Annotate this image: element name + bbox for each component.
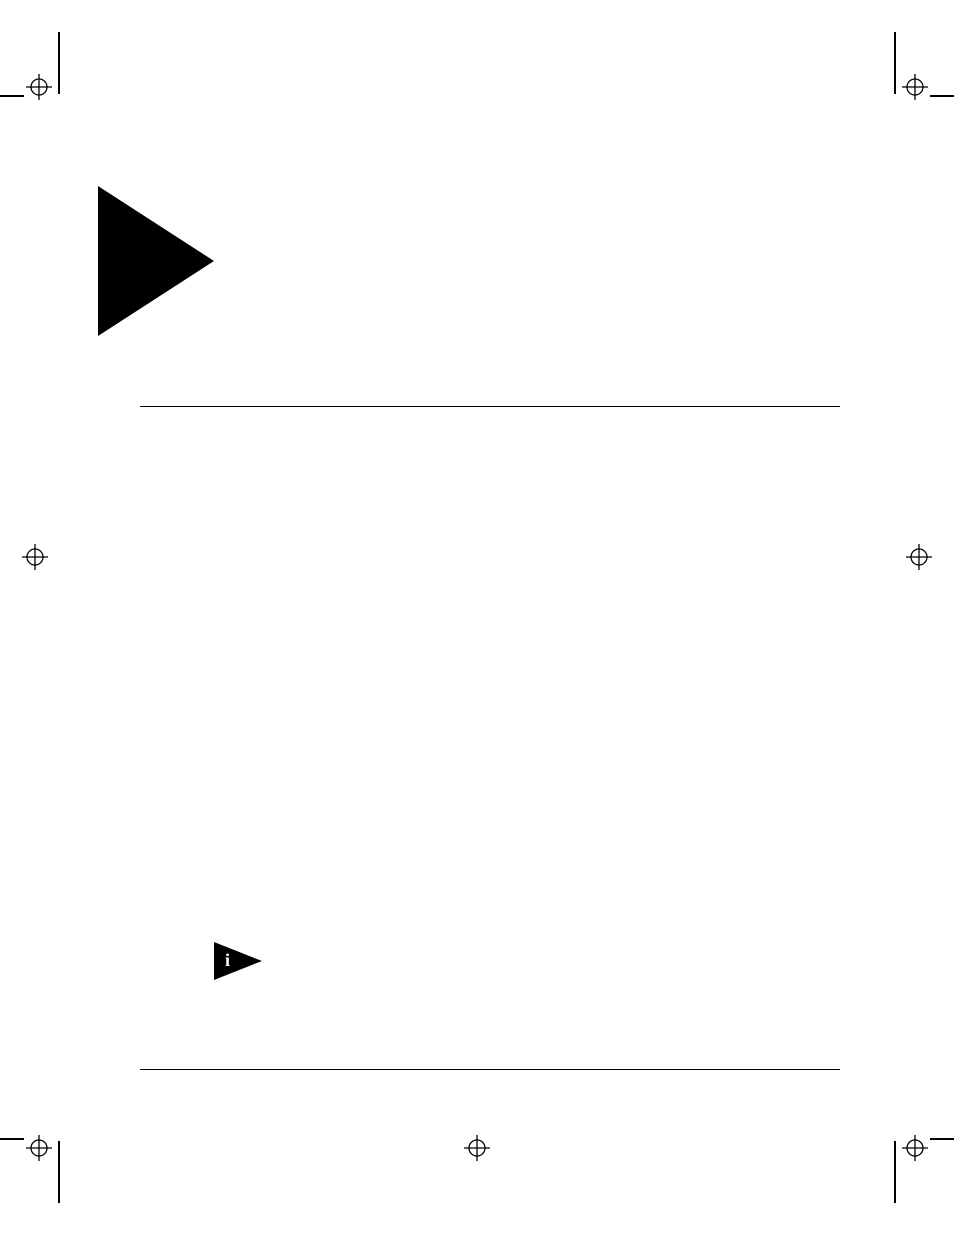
crop-mark-top-left	[0, 0, 70, 120]
crop-mark-bottom-left	[0, 1115, 70, 1235]
registration-target-icon	[906, 544, 932, 570]
divider-bottom	[140, 1069, 840, 1070]
page: { "page": { "chapter_triangle": "▶", "ru…	[0, 0, 954, 1235]
registration-target-icon	[26, 1135, 52, 1161]
registration-target-icon	[902, 1135, 928, 1161]
crop-mark-bottom-center	[464, 1135, 494, 1165]
svg-text:i: i	[225, 950, 230, 970]
registration-target-icon	[464, 1135, 490, 1161]
note-icon: i	[214, 942, 264, 980]
crop-mark-top-right	[884, 0, 954, 120]
crop-mark-bottom-right	[884, 1115, 954, 1235]
registration-target-icon	[902, 74, 928, 100]
chapter-marker-icon	[98, 186, 218, 336]
crop-mark-mid-left	[0, 544, 50, 584]
registration-target-icon	[22, 544, 48, 570]
crop-mark-mid-right	[904, 544, 954, 584]
divider-top	[140, 406, 840, 407]
registration-target-icon	[26, 74, 52, 100]
